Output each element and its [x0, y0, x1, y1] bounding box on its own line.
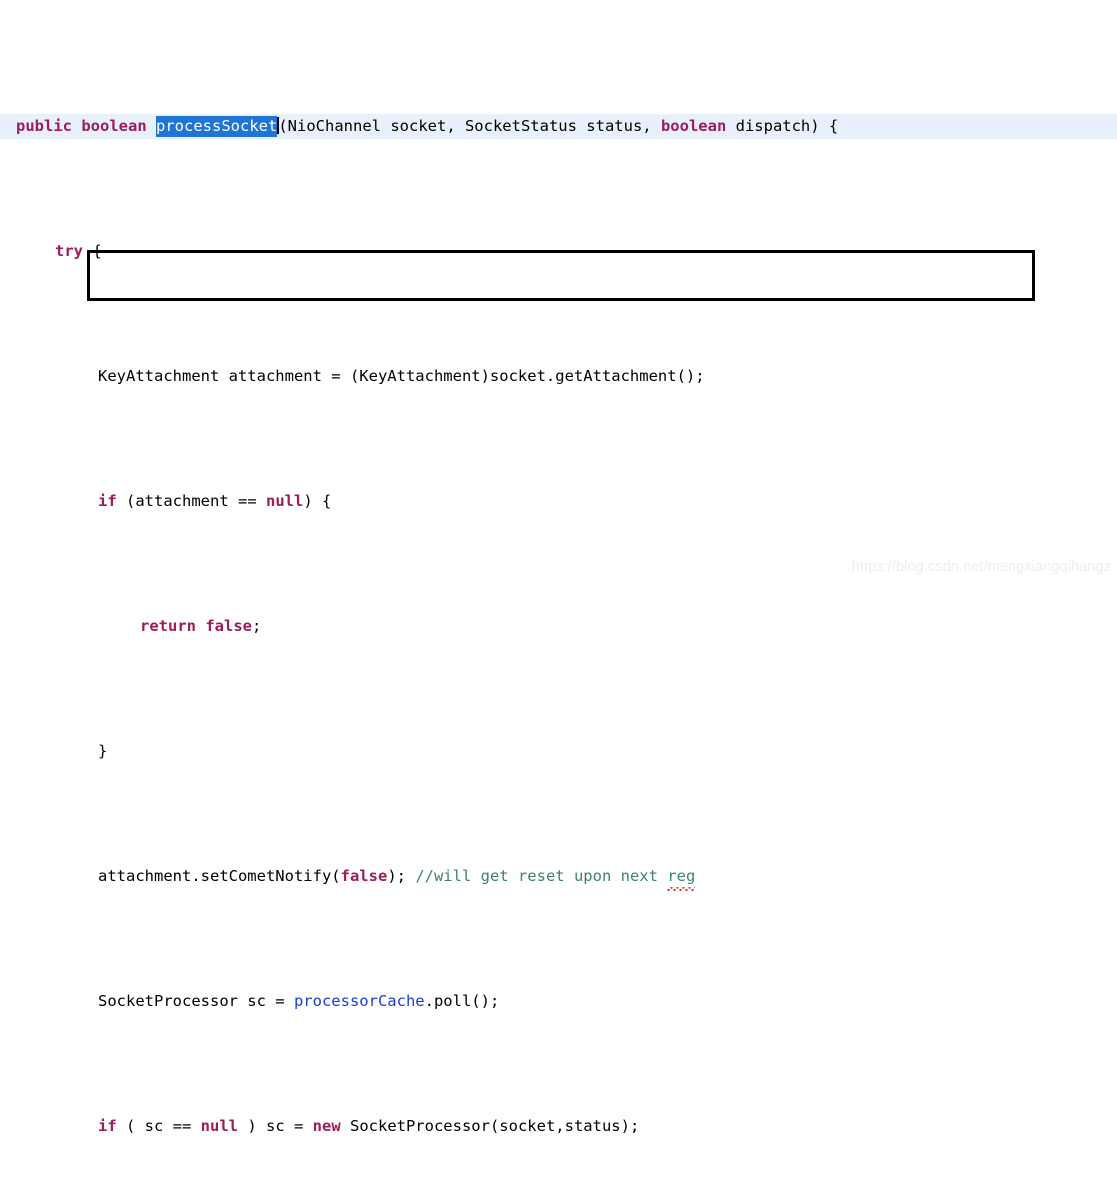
keyword-return: return [140, 617, 196, 635]
selected-identifier-processSocket[interactable]: processSocket [156, 116, 278, 137]
code-line-socketprocessor-poll[interactable]: SocketProcessor sc = processorCache.poll… [0, 989, 1117, 1014]
code-line-if-null-check[interactable]: if (attachment == null) { [0, 489, 1117, 514]
signature-tail: dispatch) { [726, 117, 839, 135]
if-condition: (attachment == [116, 492, 266, 510]
code-line-return-false-1[interactable]: return false; [0, 614, 1117, 639]
keyword-false: false [340, 867, 388, 885]
code-content[interactable]: public boolean processSocket(NioChannel … [0, 14, 1117, 1178]
keyword-boolean-2: boolean [660, 117, 727, 135]
keyword-try: try [55, 242, 83, 260]
code-line-keyattachment[interactable]: KeyAttachment attachment = (KeyAttachmen… [0, 364, 1117, 389]
code-line-setcometnotify[interactable]: attachment.setCometNotify(false); //will… [0, 864, 1117, 891]
inline-comment: //will get reset upon next [415, 867, 668, 885]
if-condition: ( sc == [116, 1117, 201, 1135]
statement-text: KeyAttachment attachment = (KeyAttachmen… [98, 367, 705, 385]
code-line-signature[interactable]: public boolean processSocket(NioChannel … [0, 114, 1117, 139]
keyword-null: null [265, 492, 304, 510]
code-line-close-brace-1[interactable]: } [0, 739, 1117, 764]
assign-tail: .poll(); [424, 992, 500, 1010]
call-head: attachment.setCometNotify( [98, 867, 341, 885]
if-tail: ) { [303, 492, 332, 510]
keyword-null: null [200, 1117, 238, 1135]
signature-params: (NioChannel socket, SocketStatus status, [278, 117, 661, 135]
try-brace: { [83, 242, 102, 260]
keyword-if: if [98, 492, 117, 510]
semicolon: ; [252, 617, 262, 635]
if-body-head: ) sc = [238, 1117, 313, 1135]
code-editor[interactable]: public boolean processSocket(NioChannel … [0, 0, 1117, 1135]
code-line-if-sc-null[interactable]: if ( sc == null ) sc = new SocketProcess… [0, 1114, 1117, 1139]
if-body-tail: SocketProcessor(socket,status); [340, 1117, 640, 1135]
call-tail: ); [387, 867, 416, 885]
field-processorCache: processorCache [293, 992, 425, 1010]
keyword-if: if [98, 1117, 117, 1135]
keyword-public: public [16, 117, 72, 135]
keyword-new: new [312, 1117, 341, 1135]
keyword-boolean: boolean [81, 117, 147, 135]
spellcheck-word-reg: reg [667, 864, 696, 891]
assign-head: SocketProcessor sc = [98, 992, 294, 1010]
watermark-url: https://blog.csdn.net/mengxiangqihangz [851, 559, 1111, 575]
code-line-try[interactable]: try { [0, 239, 1117, 264]
brace: } [98, 742, 108, 760]
keyword-false: false [205, 617, 253, 635]
